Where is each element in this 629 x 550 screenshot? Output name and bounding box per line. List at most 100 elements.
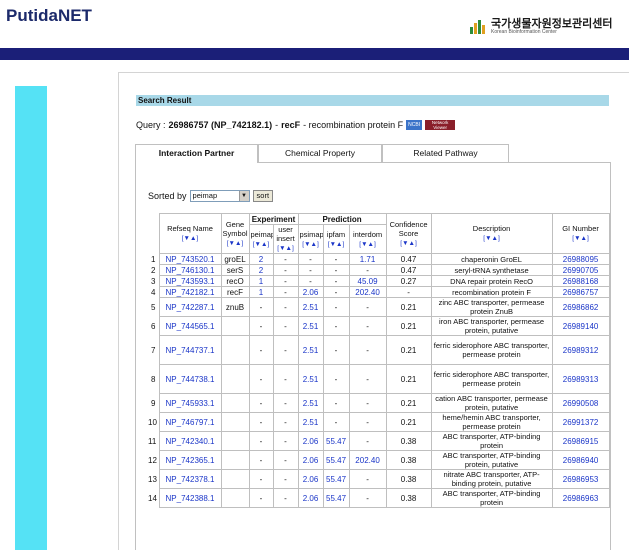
refseq-link[interactable]: NP_742378.1: [166, 475, 215, 484]
confidence-score-cell: 0.21: [385, 364, 432, 394]
psimap-value[interactable]: 2.51: [303, 418, 319, 427]
gene-symbol-cell: [220, 364, 250, 394]
gi-link[interactable]: 26988095: [563, 255, 599, 264]
sort-description-link[interactable]: [▼▲]: [483, 235, 499, 242]
sort-interdom-link[interactable]: [▼▲]: [359, 241, 375, 248]
gi-link[interactable]: 26986757: [563, 288, 599, 297]
tab-chemical-property[interactable]: Chemical Property: [258, 144, 382, 162]
peimap-value[interactable]: 1: [259, 277, 263, 286]
gi-link[interactable]: 26989313: [563, 375, 599, 384]
gi-link[interactable]: 26986915: [563, 437, 599, 446]
gi-link[interactable]: 26986963: [563, 494, 599, 503]
refseq-link[interactable]: NP_743593.1: [166, 277, 215, 286]
psimap-value[interactable]: 2.06: [303, 437, 319, 446]
gi-link[interactable]: 26989312: [563, 346, 599, 355]
refseq-link[interactable]: NP_742388.1: [166, 494, 215, 503]
ipfam-value: -: [334, 321, 338, 331]
ipfam-value-cell: -: [322, 253, 350, 265]
ipfam-value[interactable]: 55.47: [326, 456, 346, 465]
sort-confidence-link[interactable]: [▼▲]: [400, 240, 416, 247]
refseq-link[interactable]: NP_744737.1: [166, 346, 215, 355]
sort-gene-link[interactable]: [▼▲]: [227, 240, 243, 247]
tab-related-pathway[interactable]: Related Pathway: [382, 144, 509, 162]
col-gi: GI Number [▼▲]: [551, 213, 610, 254]
row-index: 14: [148, 493, 157, 503]
psimap-value[interactable]: 2.51: [303, 322, 319, 331]
psimap-value-cell: -: [297, 275, 324, 287]
gi-link[interactable]: 26990705: [563, 266, 599, 275]
refseq-link[interactable]: NP_742182.1: [166, 288, 215, 297]
user-insert-value-cell: -: [272, 316, 299, 336]
site-logo[interactable]: PutidaNET: [6, 6, 92, 26]
user-insert-value: -: [284, 493, 287, 503]
interdom-value[interactable]: 1.71: [360, 255, 376, 264]
interdom-value[interactable]: 202.40: [355, 288, 379, 297]
network-viewer-button[interactable]: Network Viewer: [425, 120, 456, 130]
gi-link[interactable]: 26990508: [563, 399, 599, 408]
psimap-value[interactable]: 2.06: [303, 475, 319, 484]
peimap-value[interactable]: 2: [259, 255, 263, 264]
gi-link[interactable]: 26988168: [563, 277, 599, 286]
psimap-value[interactable]: 2.51: [303, 303, 319, 312]
tab-interaction-partner[interactable]: Interaction Partner: [135, 144, 258, 163]
interdom-value[interactable]: 202.40: [355, 456, 379, 465]
gi-link[interactable]: 26991372: [563, 418, 599, 427]
refseq-link[interactable]: NP_744565.1: [166, 322, 215, 331]
row-index: 10: [148, 417, 157, 427]
peimap-value: -: [259, 493, 263, 503]
sort-refseq-link[interactable]: [▼▲]: [182, 235, 198, 242]
refseq-link[interactable]: NP_745933.1: [166, 399, 215, 408]
confidence-score-cell: 0.21: [385, 393, 432, 413]
ipfam-value-cell: -: [322, 412, 350, 432]
refseq-link[interactable]: NP_743520.1: [166, 255, 215, 264]
psimap-value[interactable]: 2.51: [303, 346, 319, 355]
top-nav-bar: [0, 48, 629, 60]
interdom-value[interactable]: 45.09: [358, 277, 378, 286]
psimap-value[interactable]: 2.06: [303, 456, 319, 465]
gene-symbol-cell: znuB: [220, 297, 250, 317]
description: ferric siderophore ABC transporter, perm…: [433, 341, 550, 359]
user-insert-value-cell: -: [272, 275, 299, 287]
confidence-score: 0.38: [400, 455, 417, 465]
ncbi-link-button[interactable]: NCBI: [406, 120, 423, 130]
ipfam-value[interactable]: 55.47: [326, 494, 346, 503]
refseq-link-cell: NP_743593.1: [158, 275, 222, 287]
psimap-value[interactable]: 2.06: [303, 494, 319, 503]
table-row: 6 NP_744565.1 - - 2.51 - - 0.21 iron ABC transpo…: [147, 316, 610, 336]
psimap-value[interactable]: 2.51: [303, 375, 319, 384]
sort-button[interactable]: sort: [252, 190, 274, 202]
refseq-link[interactable]: NP_746130.1: [166, 266, 215, 275]
sort-peimap-link[interactable]: [▼▲]: [253, 241, 269, 248]
description: ABC transporter, ATP-binding protein: [442, 432, 541, 450]
sort-ipfam-link[interactable]: [▼▲]: [328, 241, 344, 248]
refseq-link[interactable]: NP_742287.1: [166, 303, 215, 312]
psimap-value-cell: 2.06: [297, 431, 324, 451]
interdom-value-cell: -: [348, 393, 387, 413]
peimap-value[interactable]: 1: [259, 288, 263, 297]
psimap-value[interactable]: 2.51: [303, 399, 319, 408]
description-cell: cation ABC transporter, permease protein…: [430, 393, 553, 413]
sort-psimap-link[interactable]: [▼▲]: [302, 241, 318, 248]
interdom-value-cell: 202.40: [348, 450, 387, 470]
table-row: 10 NP_746797.1 - - 2.51 - - 0.21 heme/hemin ABC …: [147, 412, 610, 432]
peimap-value[interactable]: 2: [259, 266, 263, 275]
psimap-value[interactable]: 2.06: [303, 288, 319, 297]
gi-link[interactable]: 26986940: [563, 456, 599, 465]
interdom-value: -: [366, 302, 369, 312]
refseq-link[interactable]: NP_746797.1: [166, 418, 215, 427]
refseq-link-cell: NP_746797.1: [158, 412, 222, 432]
gi-link[interactable]: 26986953: [563, 475, 599, 484]
refseq-link[interactable]: NP_742340.1: [166, 437, 215, 446]
ipfam-value[interactable]: 55.47: [326, 437, 346, 446]
sort-gi-link[interactable]: [▼▲]: [572, 235, 588, 242]
refseq-link[interactable]: NP_742365.1: [166, 456, 215, 465]
gi-link[interactable]: 26986862: [563, 303, 599, 312]
ipfam-value[interactable]: 55.47: [326, 475, 346, 484]
table-body: 1 NP_743520.1 groEL 2- - -1.71 0.47 chaperonin …: [147, 253, 610, 508]
description: seryl-tRNA synthetase: [454, 265, 529, 275]
refseq-link[interactable]: NP_744738.1: [166, 375, 215, 384]
gi-link[interactable]: 26989140: [563, 322, 599, 331]
sort-select[interactable]: peimap ▼: [189, 190, 250, 202]
chevron-down-icon[interactable]: ▼: [238, 191, 249, 201]
sort-user-link[interactable]: [▼▲]: [277, 245, 293, 252]
